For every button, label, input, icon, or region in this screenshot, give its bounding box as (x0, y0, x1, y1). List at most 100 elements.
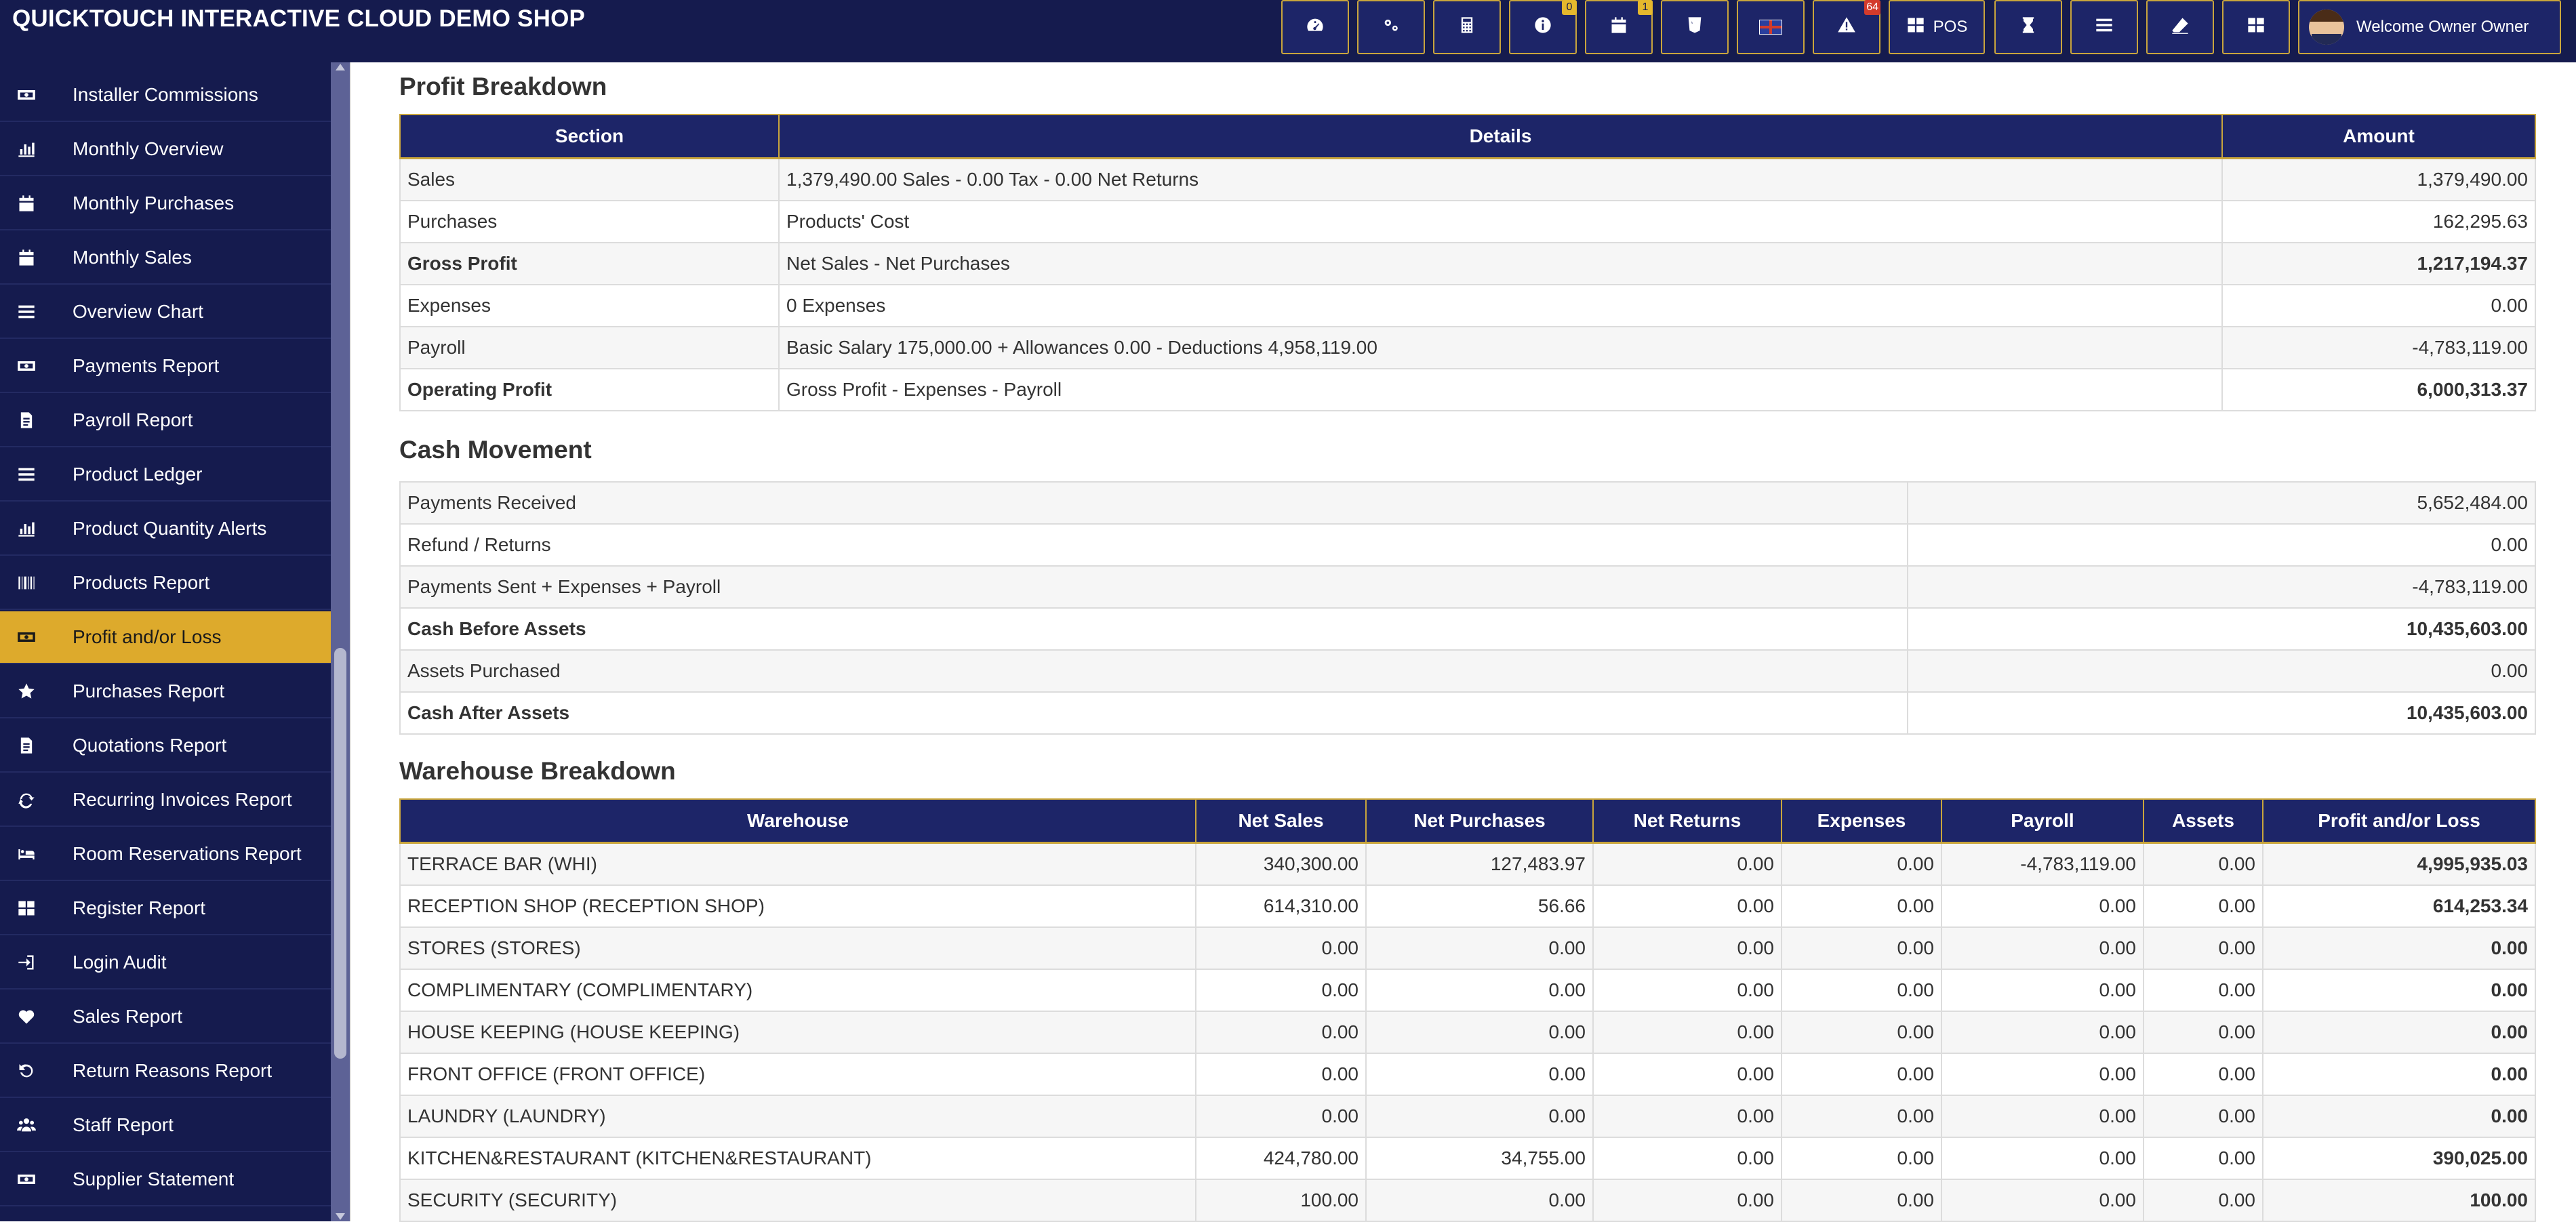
scroll-up-arrow[interactable] (336, 64, 345, 70)
sidebar-item[interactable]: Product Quantity Alerts (0, 503, 331, 556)
eraser-icon (2171, 16, 2190, 39)
sidebar-item[interactable]: Payroll Report (0, 394, 331, 447)
table-row: Payroll Basic Salary 175,000.00 + Allowan… (399, 325, 2536, 369)
cash-movement-title: Cash Movement (399, 436, 592, 464)
sidebar: Installer Commissions Monthly Overview Mon… (0, 62, 331, 1221)
dashboard-button[interactable] (1281, 0, 1349, 54)
settings-button[interactable] (1357, 0, 1425, 54)
info-button[interactable]: 0 (1509, 0, 1577, 54)
sidebar-item[interactable]: Staff Report (0, 1099, 331, 1152)
warehouse-value-cell: 0.00 (2143, 1052, 2263, 1096)
profit-amount-cell: 1,217,194.37 (2221, 241, 2536, 285)
warehouse-column-header: Profit and/or Loss (2262, 798, 2536, 844)
sidebar-item[interactable]: Overview Chart (0, 286, 331, 339)
hourglass-button[interactable] (1994, 0, 2062, 54)
sidebar-item[interactable]: Product Ledger (0, 449, 331, 502)
table-row: LAUNDRY (LAUNDRY) 0.00 0.00 0.00 0.00 0.00 0.0… (399, 1094, 2536, 1138)
warehouse-value-cell: 340,300.00 (1195, 842, 1367, 886)
column-header-amount: Amount (2221, 114, 2536, 159)
warehouse-value-cell: 0.00 (1941, 884, 2144, 928)
warehouse-value-cell: 0.00 (1365, 968, 1594, 1012)
pos-button[interactable]: POS (1889, 0, 1985, 54)
sidebar-item[interactable]: Products Report (0, 557, 331, 610)
table-row: STORES (STORES) 0.00 0.00 0.00 0.00 0.00 0.00 0… (399, 926, 2536, 970)
cash-amount-cell: 0.00 (1907, 523, 2536, 567)
welcome-text: Welcome Owner Owner (2356, 18, 2529, 36)
language-button[interactable] (1737, 0, 1805, 54)
dashboard-icon (1306, 16, 1325, 39)
sidebar-item[interactable]: Installer Commissions (0, 69, 331, 122)
warehouse-value-cell: 614,253.34 (2262, 884, 2536, 928)
sidebar-item[interactable]: Register Report (0, 882, 331, 935)
sidebar-scrollbar[interactable] (331, 62, 350, 1221)
column-header-details: Details (778, 114, 2223, 159)
user-menu-button[interactable]: Welcome Owner Owner (2298, 0, 2561, 54)
profit-amount-cell: -4,783,119.00 (2221, 325, 2536, 369)
sidebar-item[interactable]: Supplier Statement (0, 1154, 331, 1206)
warehouse-value-cell: 0.00 (1365, 1094, 1594, 1138)
sidebar-item[interactable]: Monthly Overview (0, 123, 331, 176)
warehouse-value-cell: 0.00 (2143, 1010, 2263, 1054)
table-row: COMPLIMENTARY (COMPLIMENTARY) 0.00 0.00 0.0… (399, 968, 2536, 1012)
sidebar-item-label: Recurring Invoices Report (73, 789, 292, 810)
sidebar-item[interactable]: Sales Report (0, 991, 331, 1044)
html5-button[interactable] (1661, 0, 1729, 54)
sidebar-item-label: Product Quantity Alerts (73, 518, 267, 539)
warning-icon (1837, 16, 1856, 39)
warehouse-value-cell: 0.00 (2262, 968, 2536, 1012)
warehouse-value-cell: 0.00 (1781, 1136, 1942, 1180)
table-row: RECEPTION SHOP (RECEPTION SHOP) 614,310.0… (399, 884, 2536, 928)
profit-details-cell: Gross Profit - Expenses - Payroll (778, 367, 2223, 411)
warehouse-value-cell: 0.00 (1941, 1178, 2144, 1222)
warehouse-value-cell: 0.00 (1592, 1178, 1782, 1222)
warehouse-value-cell: 0.00 (1781, 1094, 1942, 1138)
calendar-button[interactable]: 1 (1585, 0, 1653, 54)
calendar-icon (0, 248, 73, 267)
scroll-down-arrow[interactable] (336, 1213, 345, 1220)
calculator-button[interactable] (1433, 0, 1501, 54)
sidebar-item[interactable]: Room Reservations Report (0, 828, 331, 881)
list-button[interactable] (2070, 0, 2138, 54)
sidebar-item[interactable]: Login Audit (0, 937, 331, 990)
table-row: Gross Profit Net Sales - Net Purchases 1,2… (399, 241, 2536, 285)
profit-details-cell: Basic Salary 175,000.00 + Allowances 0.0… (778, 325, 2223, 369)
warehouse-value-cell: 0.00 (1592, 1094, 1782, 1138)
sidebar-item[interactable]: Quotations Report (0, 720, 331, 773)
warehouse-name-cell: TERRACE BAR (WHI) (399, 842, 1196, 886)
warehouse-value-cell: 0.00 (2143, 1136, 2263, 1180)
warehouse-value-cell: 0.00 (1592, 1010, 1782, 1054)
warehouse-value-cell: 0.00 (1365, 926, 1594, 970)
warehouse-value-cell: 0.00 (2143, 1178, 2263, 1222)
sidebar-item[interactable]: Return Reasons Report (0, 1045, 331, 1098)
sidebar-item-label: Staff Report (73, 1114, 174, 1135)
warehouse-value-cell: 424,780.00 (1195, 1136, 1367, 1180)
warehouse-value-cell: -4,783,119.00 (1941, 842, 2144, 886)
sidebar-item[interactable]: Purchases Report (0, 666, 331, 718)
sidebar-item[interactable]: Payments Report (0, 340, 331, 393)
eraser-button[interactable] (2146, 0, 2214, 54)
warehouse-column-header: Warehouse (399, 798, 1196, 844)
alerts-button[interactable]: 64 (1813, 0, 1880, 54)
warehouse-value-cell: 0.00 (1781, 1052, 1942, 1096)
sidebar-item-label: Overview Chart (73, 301, 203, 322)
warehouse-value-cell: 0.00 (2262, 926, 2536, 970)
warehouse-breakdown-title: Warehouse Breakdown (399, 757, 676, 785)
sidebar-item[interactable]: Monthly Purchases (0, 178, 331, 230)
warehouse-value-cell: 0.00 (1781, 842, 1942, 886)
warehouse-column-header: Net Sales (1195, 798, 1367, 844)
warehouse-column-header: Expenses (1781, 798, 1942, 844)
warehouse-value-cell: 0.00 (2262, 1094, 2536, 1138)
apps-button[interactable] (2222, 0, 2290, 54)
cash-amount-cell: 0.00 (1907, 649, 2536, 693)
sidebar-item[interactable]: Profit and/or Loss (0, 611, 331, 664)
cash-label-cell: Refund / Returns (399, 523, 1908, 567)
sidebar-item[interactable]: Recurring Invoices Report (0, 774, 331, 827)
sidebar-item[interactable]: Monthly Sales (0, 232, 331, 285)
warehouse-value-cell: 0.00 (1781, 926, 1942, 970)
sidebar-item-label: Login Audit (73, 952, 167, 973)
profit-section-cell: Payroll (399, 325, 780, 369)
cash-label-cell: Assets Purchased (399, 649, 1908, 693)
table-row: SECURITY (SECURITY) 100.00 0.00 0.00 0.00 0.0… (399, 1178, 2536, 1222)
sidebar-scroll-thumb[interactable] (334, 648, 346, 1059)
info-icon (1533, 16, 1552, 39)
